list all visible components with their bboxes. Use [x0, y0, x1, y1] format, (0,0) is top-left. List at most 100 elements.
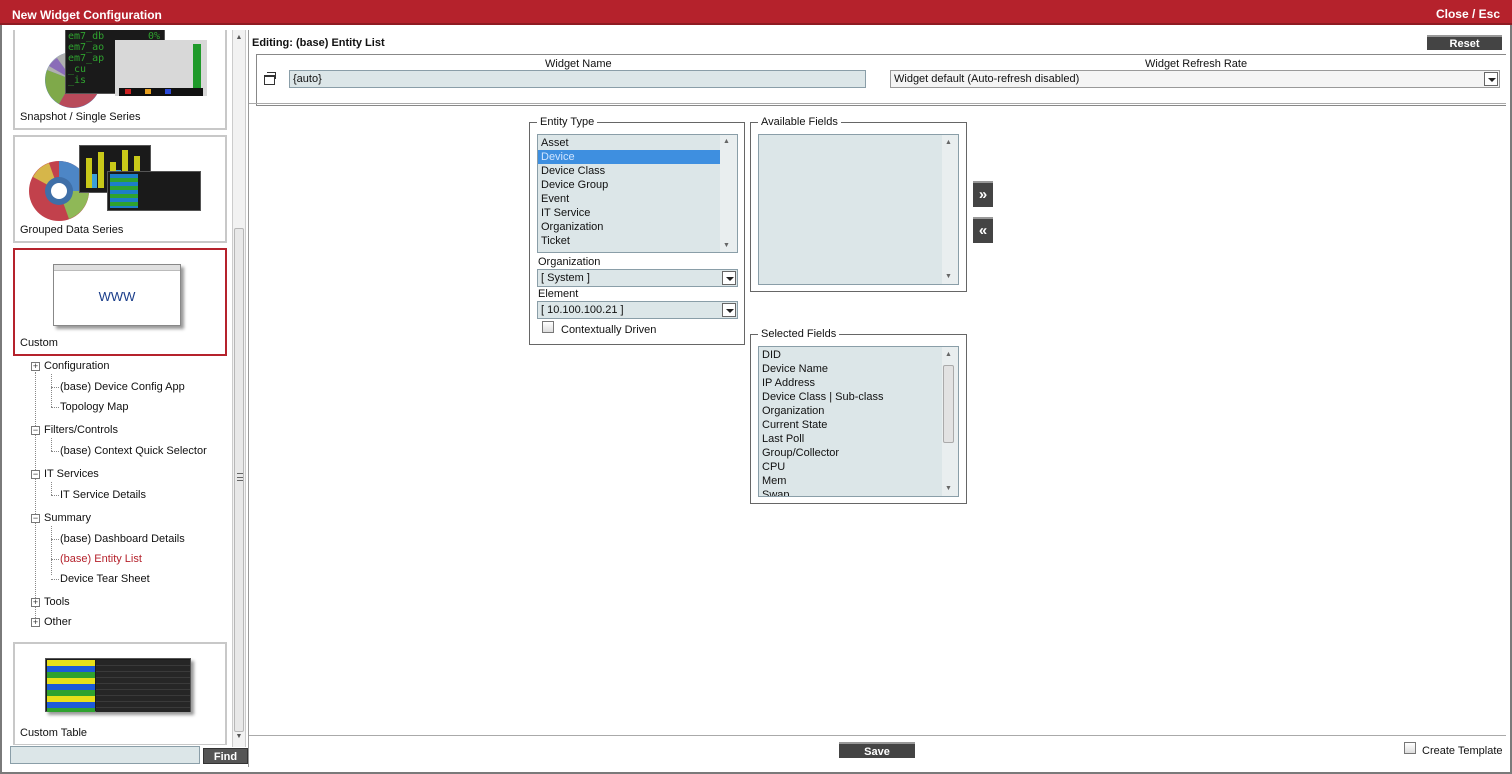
- list-item[interactable]: Device Class | Sub-class: [759, 390, 958, 404]
- organization-select[interactable]: [ System ]: [537, 269, 738, 287]
- list-item[interactable]: Device Group: [538, 178, 737, 192]
- list-item[interactable]: IP Address: [759, 376, 958, 390]
- contextually-driven-label: Contextually Driven: [561, 324, 657, 336]
- collapse-icon[interactable]: −: [31, 514, 40, 523]
- expand-icon[interactable]: +: [31, 362, 40, 371]
- close-button[interactable]: Close / Esc: [1436, 7, 1500, 21]
- popout-icon[interactable]: [264, 72, 276, 85]
- element-value: [ 10.100.100.21 ]: [541, 304, 624, 316]
- find-button[interactable]: Find: [203, 748, 248, 764]
- widget-name-label: Widget Name: [545, 58, 612, 70]
- tree-node-summary[interactable]: Summary: [44, 512, 91, 524]
- reset-button[interactable]: Reset: [1427, 35, 1502, 50]
- add-field-button[interactable]: »: [973, 181, 993, 207]
- remove-field-button[interactable]: «: [973, 217, 993, 243]
- divider: [249, 735, 1506, 736]
- scroll-up-icon[interactable]: ▲: [942, 351, 955, 358]
- widget-card-custom-table[interactable]: Custom Table: [13, 642, 227, 745]
- tree-node-it-services[interactable]: IT Services: [44, 468, 99, 480]
- organization-value: [ System ]: [541, 272, 590, 284]
- custom-table-thumb: [45, 658, 191, 712]
- list-item[interactable]: IT Service: [538, 206, 737, 220]
- scrollbar-thumb[interactable]: [943, 365, 954, 443]
- scroll-down-icon[interactable]: ▼: [942, 485, 955, 492]
- collapse-icon[interactable]: −: [31, 426, 40, 435]
- entity-type-group: Entity Type Asset Device Device Class De…: [529, 116, 745, 345]
- find-input[interactable]: [10, 746, 200, 764]
- expand-icon[interactable]: +: [31, 618, 40, 627]
- list-scrollbar[interactable]: ▲ ▼: [720, 135, 737, 252]
- refresh-rate-value: Widget default (Auto-refresh disabled): [894, 73, 1080, 85]
- contextually-driven-checkbox[interactable]: [542, 321, 554, 333]
- tree-item-topology-map[interactable]: Topology Map: [60, 401, 129, 413]
- list-item[interactable]: CPU: [759, 460, 958, 474]
- list-item[interactable]: Device Name: [759, 362, 958, 376]
- create-template-checkbox[interactable]: [1404, 742, 1416, 754]
- selected-fields-list[interactable]: DID Device Name IP Address Device Class …: [758, 346, 959, 497]
- tree-item-context-quick-selector[interactable]: (base) Context Quick Selector: [60, 445, 207, 457]
- list-item[interactable]: Event: [538, 192, 737, 206]
- list-item[interactable]: Swap: [759, 488, 958, 496]
- entity-type-legend: Entity Type: [537, 116, 598, 128]
- scroll-up-icon[interactable]: ▲: [720, 138, 733, 145]
- chevron-down-icon[interactable]: [722, 271, 736, 285]
- chevron-down-icon[interactable]: [1484, 72, 1498, 86]
- tree-node-configuration[interactable]: Configuration: [44, 360, 109, 372]
- widget-card-snapshot[interactable]: em7_db em7_ao em7_ap _cu _is 0% 0% 0% 0%…: [13, 30, 227, 130]
- list-item[interactable]: Organization: [759, 404, 958, 418]
- grouped-table-thumb: [107, 171, 201, 211]
- window-titlebar: New Widget Configuration Close / Esc: [0, 0, 1512, 25]
- refresh-rate-label: Widget Refresh Rate: [1145, 58, 1248, 70]
- selected-fields-group: Selected Fields DID Device Name IP Addre…: [750, 328, 967, 504]
- scrollbar-thumb[interactable]: [234, 228, 244, 732]
- scroll-up-icon[interactable]: ▲: [233, 32, 245, 44]
- sidebar-scrollbar[interactable]: ▲ ▼: [232, 30, 246, 747]
- save-button[interactable]: Save: [839, 742, 915, 758]
- widget-card-label: Grouped Data Series: [20, 224, 124, 236]
- widget-card-label: Custom: [20, 337, 58, 349]
- list-item[interactable]: Ticket: [538, 234, 737, 248]
- refresh-rate-select[interactable]: Widget default (Auto-refresh disabled): [890, 70, 1500, 88]
- tree-node-tools[interactable]: Tools: [44, 596, 70, 608]
- list-scrollbar[interactable]: ▲ ▼: [942, 135, 958, 284]
- tree-item-device-config-app[interactable]: (base) Device Config App: [60, 381, 185, 393]
- divider: [249, 103, 1506, 104]
- list-item[interactable]: Organization: [538, 220, 737, 234]
- expand-icon[interactable]: +: [31, 598, 40, 607]
- tree-item-dashboard-details[interactable]: (base) Dashboard Details: [60, 533, 185, 545]
- thumb-line: _is: [68, 75, 87, 86]
- snapshot-bar-thumb: [115, 40, 207, 96]
- scroll-down-icon[interactable]: ▼: [233, 731, 245, 743]
- collapse-icon[interactable]: −: [31, 470, 40, 479]
- tree-item-entity-list[interactable]: (base) Entity List: [60, 553, 142, 565]
- available-fields-list[interactable]: ▲ ▼: [758, 134, 959, 285]
- scroll-down-icon[interactable]: ▼: [942, 273, 955, 280]
- list-item[interactable]: Device Class: [538, 164, 737, 178]
- list-item[interactable]: Group/Collector: [759, 446, 958, 460]
- tree-node-filters-controls[interactable]: Filters/Controls: [44, 424, 118, 436]
- tree-node-other[interactable]: Other: [44, 616, 72, 628]
- list-scrollbar[interactable]: ▲ ▼: [942, 347, 958, 496]
- list-item-selected[interactable]: Device: [538, 150, 737, 164]
- entity-type-list[interactable]: Asset Device Device Class Device Group E…: [537, 134, 738, 253]
- widget-card-grouped-data-series[interactable]: Grouped Data Series: [13, 135, 227, 243]
- scroll-down-icon[interactable]: ▼: [720, 242, 733, 249]
- widget-card-custom[interactable]: WWW Custom: [13, 248, 227, 356]
- tree-item-it-service-details[interactable]: IT Service Details: [60, 489, 146, 501]
- tree-item-device-tear-sheet[interactable]: Device Tear Sheet: [60, 573, 150, 585]
- element-select[interactable]: [ 10.100.100.21 ]: [537, 301, 738, 319]
- widget-name-input[interactable]: {auto}: [289, 70, 866, 88]
- list-item[interactable]: Mem: [759, 474, 958, 488]
- list-item[interactable]: Asset: [538, 136, 737, 150]
- list-item[interactable]: Last Poll: [759, 432, 958, 446]
- thumb-line: em7_db: [68, 31, 105, 42]
- element-label: Element: [538, 288, 579, 300]
- organization-label: Organization: [538, 256, 601, 268]
- thumb-line: em7_ap: [68, 53, 105, 64]
- browser-window-icon: WWW: [53, 264, 181, 326]
- chevron-down-icon[interactable]: [722, 303, 736, 317]
- scroll-up-icon[interactable]: ▲: [942, 139, 955, 146]
- list-item[interactable]: Current State: [759, 418, 958, 432]
- grip-icon: [237, 473, 243, 481]
- list-item[interactable]: DID: [759, 348, 958, 362]
